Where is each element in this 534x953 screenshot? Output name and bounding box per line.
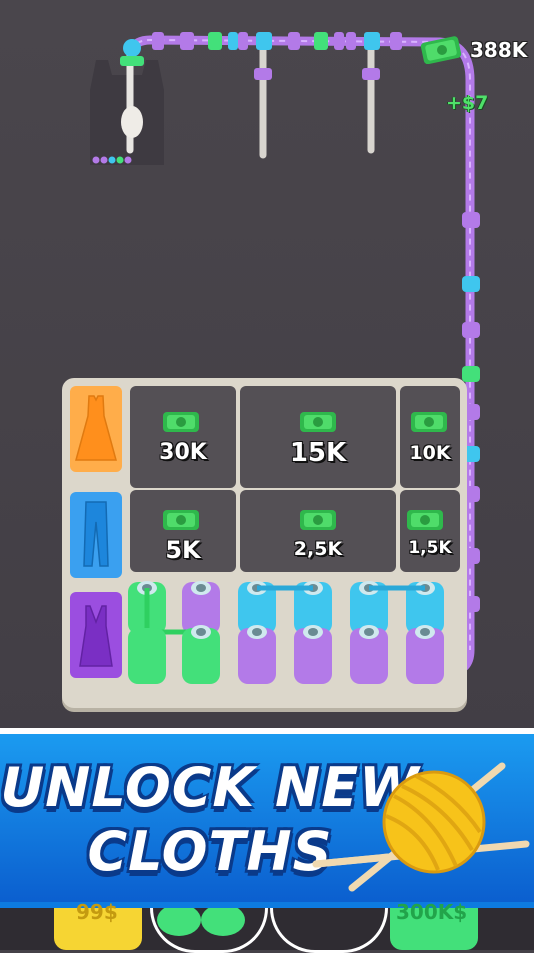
slot-price: 10K bbox=[409, 442, 451, 464]
yarn-ball-icon bbox=[312, 762, 530, 892]
locked-slot[interactable]: 30K bbox=[130, 386, 236, 488]
earnings-popup: +$7 bbox=[446, 92, 489, 114]
cash-icon bbox=[300, 412, 336, 432]
slot-price: 2,5K bbox=[293, 538, 343, 560]
jeans-icon bbox=[83, 501, 109, 567]
spool-grid bbox=[128, 581, 444, 684]
spool-purple-front bbox=[406, 625, 444, 684]
spool-preview-icon bbox=[157, 904, 245, 936]
spool-purple-front bbox=[294, 625, 332, 684]
locked-slot[interactable]: 5K bbox=[130, 490, 236, 572]
shelf-board: 30K 15K 10K 5K 2,5K 1,5K bbox=[62, 378, 467, 708]
locked-slot[interactable]: 15K bbox=[240, 386, 396, 488]
money-amount: 388K bbox=[470, 38, 528, 62]
cash-icon bbox=[407, 510, 443, 530]
slot-price: 5K bbox=[165, 536, 201, 564]
cloth-jeans[interactable] bbox=[70, 492, 122, 578]
spool-purple-front bbox=[350, 625, 388, 684]
cash-icon bbox=[300, 510, 336, 530]
dress-icon bbox=[75, 395, 117, 461]
cloth-tank-top[interactable] bbox=[70, 592, 122, 678]
upgrade-price-right: 300K$ bbox=[396, 900, 468, 924]
cloth-dress[interactable] bbox=[70, 386, 122, 472]
cash-icon bbox=[411, 412, 447, 432]
spool-green-front bbox=[128, 628, 166, 684]
slot-price: 30K bbox=[159, 440, 207, 465]
tank-top-icon bbox=[79, 605, 113, 667]
spool-green-front bbox=[182, 625, 220, 684]
slot-price: 15K bbox=[289, 438, 347, 468]
slot-price: 1,5K bbox=[408, 538, 452, 558]
cash-icon bbox=[163, 412, 199, 432]
locked-slot[interactable]: 2,5K bbox=[240, 490, 396, 572]
money-counter: 388K bbox=[420, 32, 527, 68]
promo-banner: UNLOCK NEW CLOTHS bbox=[0, 728, 534, 920]
cash-icon bbox=[420, 36, 462, 64]
cash-icon bbox=[163, 510, 199, 530]
locked-slot[interactable]: 1,5K bbox=[400, 490, 460, 572]
spool-purple-front bbox=[238, 625, 276, 684]
upgrade-button-right[interactable]: 300K$ bbox=[390, 900, 478, 950]
upgrade-price-left: 99$ bbox=[76, 900, 118, 924]
upgrade-button-left[interactable]: 99$ bbox=[54, 900, 142, 950]
locked-slot[interactable]: 10K bbox=[400, 386, 460, 488]
